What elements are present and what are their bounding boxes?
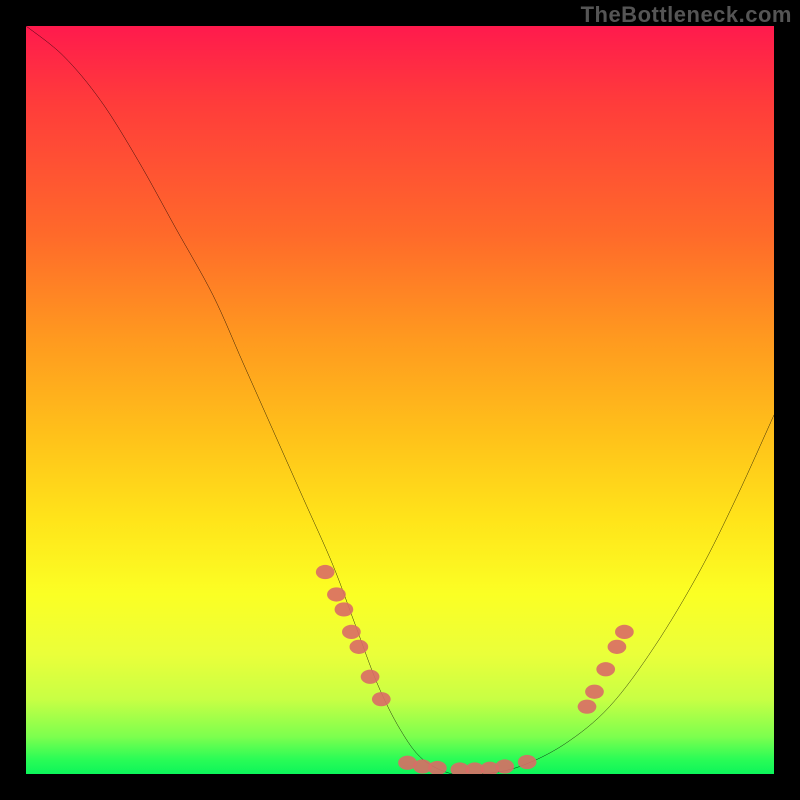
marker-dot bbox=[361, 670, 380, 684]
marker-dot bbox=[596, 662, 615, 676]
curve-path bbox=[26, 26, 774, 774]
marker-dot bbox=[608, 640, 627, 654]
marker-dot bbox=[316, 565, 335, 579]
marker-dot bbox=[335, 602, 354, 616]
chart-root: TheBottleneck.com bbox=[0, 0, 800, 800]
marker-dot bbox=[350, 640, 369, 654]
marker-dots bbox=[316, 565, 634, 774]
marker-dot bbox=[518, 755, 537, 769]
marker-dot bbox=[372, 692, 391, 706]
marker-dot bbox=[327, 587, 346, 601]
plot-area bbox=[26, 26, 774, 774]
marker-dot bbox=[342, 625, 361, 639]
marker-dot bbox=[495, 759, 514, 773]
watermark-text: TheBottleneck.com bbox=[581, 2, 792, 28]
marker-dot bbox=[578, 700, 597, 714]
marker-dot bbox=[428, 761, 447, 774]
curve-layer bbox=[26, 26, 774, 774]
marker-dot bbox=[615, 625, 634, 639]
marker-dot bbox=[585, 685, 604, 699]
